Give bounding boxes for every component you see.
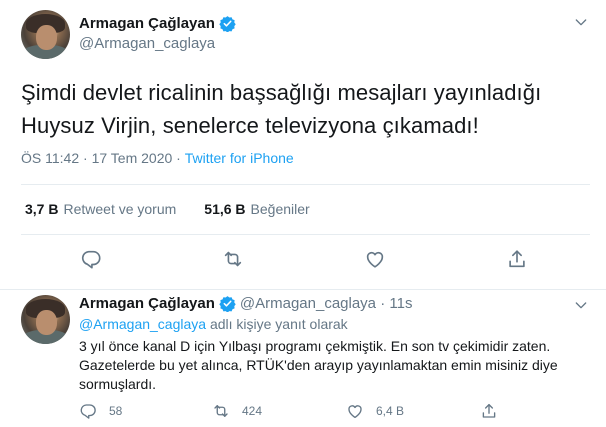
retweet-icon (214, 405, 228, 417)
like-button[interactable] (363, 247, 387, 271)
retweet-button[interactable] (221, 247, 245, 271)
like-count: 6,4 B (376, 404, 405, 418)
replying-to-mention[interactable]: @Armagan_caglaya (79, 316, 206, 332)
reply-author-avatar[interactable] (21, 295, 70, 344)
tweet-time[interactable]: ÖS 11:42 (21, 150, 79, 166)
retweet-icon (224, 251, 242, 267)
verified-badge-icon (219, 296, 236, 312)
verified-badge-icon (219, 16, 236, 32)
replying-to-suffix: adlı kişiye yanıt olarak (206, 316, 348, 332)
tweet-meta: ÖS 11:42 · 17 Tem 2020 · Twitter for iPh… (21, 150, 294, 166)
tweet-date[interactable]: 17 Tem 2020 (92, 150, 173, 166)
reply-author-name[interactable]: Armagan Çağlayan (79, 295, 215, 312)
author-handle[interactable]: @Armagan_caglaya (79, 35, 215, 52)
chevron-down-icon[interactable] (573, 297, 589, 313)
author-name-row: Armagan Çağlayan (79, 15, 236, 32)
share-icon (509, 250, 525, 268)
reply-like-button[interactable]: 6,4 B (346, 402, 404, 420)
divider (21, 234, 590, 235)
tweet-stats: 3,7 B Retweet ve yorum 51,6 B Beğeniler (25, 201, 338, 217)
reply-text: 3 yıl önce kanal D için Yılbaşı programı… (79, 338, 558, 392)
likes-count: 51,6 B (204, 201, 246, 217)
reply-time[interactable]: 11s (389, 295, 412, 312)
reply-reply-button[interactable]: 58 (79, 402, 122, 420)
author-display-name[interactable]: Armagan Çağlayan (79, 15, 215, 32)
tweet-text-line: Huysuz Virjin, senelerce televizyona çık… (21, 113, 479, 138)
likes-stat[interactable]: 51,6 B Beğeniler (204, 201, 309, 217)
meta-separator: · (172, 150, 185, 166)
tweet-text: Şimdi devlet ricalinin başsağlığı mesajl… (21, 76, 591, 142)
reply-author-handle[interactable]: @Armagan_caglaya (240, 295, 376, 312)
reply-separator: · (376, 295, 390, 312)
main-tweet: Armagan Çağlayan @Armagan_caglaya Şimdi … (0, 0, 606, 290)
reply-button[interactable] (79, 247, 103, 271)
author-avatar[interactable] (21, 10, 70, 59)
divider (21, 184, 590, 185)
retweets-label: Retweet ve yorum (63, 201, 177, 217)
author-handle-row: @Armagan_caglaya (79, 35, 215, 52)
chevron-down-icon[interactable] (573, 14, 589, 30)
replying-to: @Armagan_caglaya adlı kişiye yanıt olara… (79, 316, 348, 332)
reply-retweet-button[interactable]: 424 (212, 402, 262, 420)
reply-author-row: Armagan Çağlayan @Armagan_caglaya · 11s (79, 295, 412, 312)
heart-icon (366, 251, 384, 268)
tweet-text-line: Şimdi devlet ricalinin başsağlığı mesajl… (21, 80, 542, 105)
tweet-actions (0, 247, 606, 271)
retweet-count: 424 (242, 404, 263, 418)
reply-tweet[interactable]: Armagan Çağlayan @Armagan_caglaya · 11s … (0, 290, 606, 427)
retweets-stat[interactable]: 3,7 B Retweet ve yorum (25, 201, 176, 217)
reply-count: 58 (109, 404, 123, 418)
meta-separator: · (79, 150, 92, 166)
retweets-count: 3,7 B (25, 201, 59, 217)
reply-share-button[interactable] (480, 402, 510, 420)
reply-icon (81, 250, 101, 269)
likes-label: Beğeniler (250, 201, 310, 217)
reply-icon (80, 404, 96, 419)
share-button[interactable] (505, 247, 529, 271)
heart-icon (348, 405, 362, 419)
tweet-source-link[interactable]: Twitter for iPhone (185, 150, 294, 166)
share-icon (482, 403, 496, 418)
